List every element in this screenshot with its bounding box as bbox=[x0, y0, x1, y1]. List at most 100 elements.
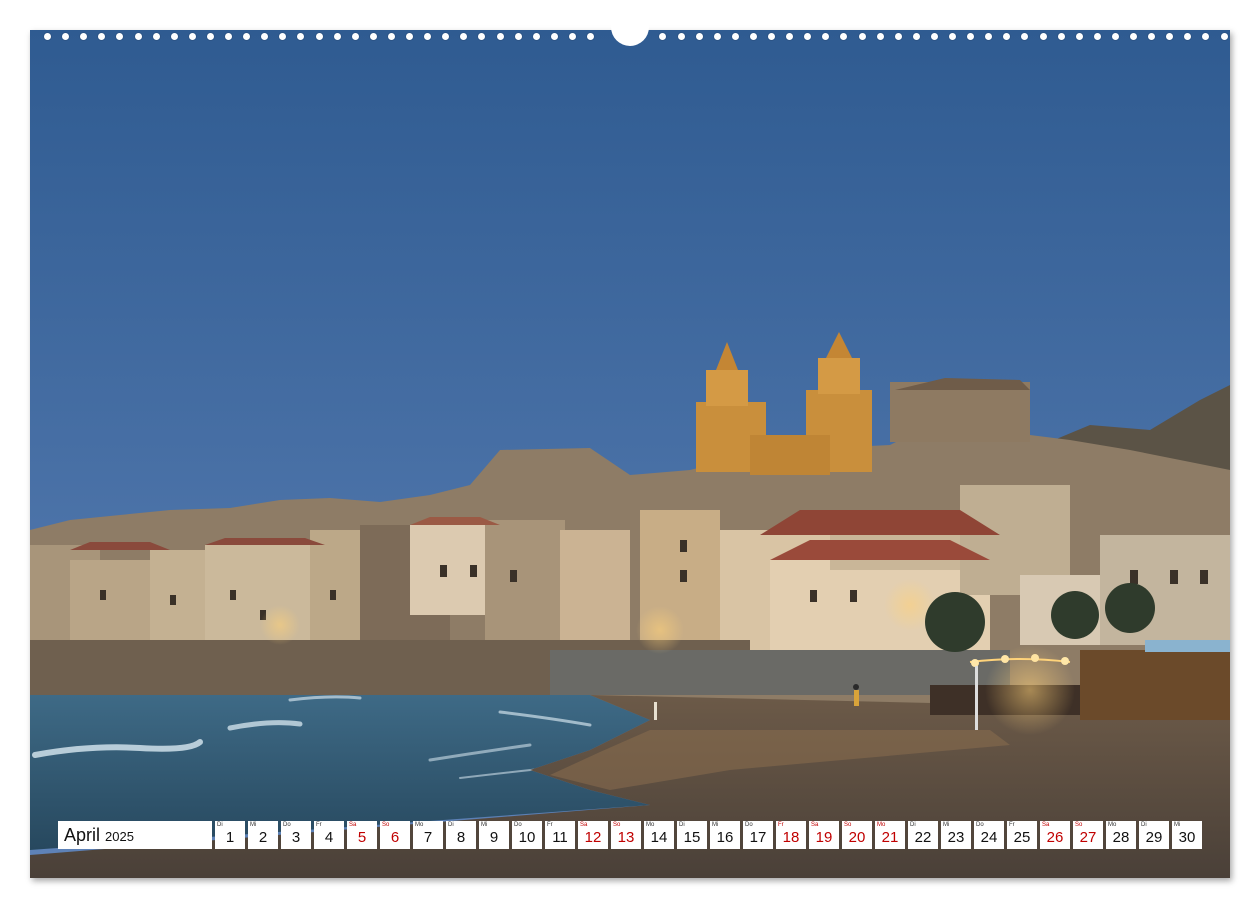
weekday-label: Di bbox=[679, 822, 685, 828]
day-number: 9 bbox=[489, 829, 499, 846]
binding-hole bbox=[822, 33, 830, 40]
day-number: 7 bbox=[423, 829, 433, 846]
binding-hole bbox=[369, 33, 377, 40]
weekday-label: So bbox=[382, 822, 390, 828]
weekday-label: Do bbox=[514, 822, 522, 828]
weekday-label: Di bbox=[448, 822, 454, 828]
day-cell: Fr 11 bbox=[545, 821, 575, 849]
weekday-label: Fr bbox=[316, 822, 322, 828]
binding-hole bbox=[170, 33, 178, 40]
binding-hole bbox=[1130, 33, 1137, 40]
binding-hole bbox=[1039, 33, 1047, 40]
weekday-label: Fr bbox=[778, 822, 784, 828]
day-number: 4 bbox=[324, 829, 334, 846]
binding-hole bbox=[406, 33, 413, 40]
day-cell: Di 29 bbox=[1139, 821, 1169, 849]
binding-hole bbox=[424, 33, 432, 40]
binding-hole bbox=[80, 33, 88, 40]
day-number: 3 bbox=[291, 829, 301, 846]
day-cell: Fr 18 bbox=[776, 821, 806, 849]
weekday-label: Sa bbox=[811, 822, 819, 828]
day-cell: Di 22 bbox=[908, 821, 938, 849]
binding-hole bbox=[894, 33, 902, 40]
binding-hole bbox=[279, 33, 287, 40]
day-number: 1 bbox=[225, 829, 235, 846]
binding-hole bbox=[116, 33, 124, 40]
day-number: 13 bbox=[617, 829, 635, 846]
day-cell: Sa 5 bbox=[347, 821, 377, 849]
day-number: 17 bbox=[749, 829, 767, 846]
day-number: 8 bbox=[456, 829, 466, 846]
binding-hole bbox=[1111, 33, 1119, 40]
binding-hole bbox=[460, 33, 468, 40]
day-cell: Di 1 bbox=[215, 821, 245, 849]
day-cell: Di 15 bbox=[677, 821, 707, 849]
binding-hole bbox=[62, 33, 70, 40]
day-number: 20 bbox=[848, 829, 866, 846]
day-number: 23 bbox=[947, 829, 965, 846]
binding-hole bbox=[713, 33, 721, 40]
binding-hole bbox=[1184, 33, 1192, 40]
weekday-label: Fr bbox=[1009, 822, 1015, 828]
binding-hole bbox=[134, 33, 142, 40]
day-cell: Sa 12 bbox=[578, 821, 608, 849]
day-number: 25 bbox=[1013, 829, 1031, 846]
binding-hole bbox=[315, 33, 323, 40]
day-cell: Do 10 bbox=[512, 821, 542, 849]
weekday-label: Do bbox=[976, 822, 984, 828]
day-number: 19 bbox=[815, 829, 833, 846]
weekday-label: So bbox=[844, 822, 852, 828]
day-cell: Mi 2 bbox=[248, 821, 278, 849]
binding-hole bbox=[1148, 33, 1156, 40]
binding-hole bbox=[261, 33, 269, 40]
weekday-label: Mi bbox=[712, 822, 719, 828]
binding-hole bbox=[1093, 33, 1101, 40]
weekday-label: Mo bbox=[415, 822, 424, 828]
day-cell: So 6 bbox=[380, 821, 410, 849]
binding-hole bbox=[949, 33, 956, 40]
weekday-label: Sa bbox=[1042, 822, 1050, 828]
calendar-photo bbox=[30, 30, 1230, 878]
day-number: 10 bbox=[518, 829, 536, 846]
day-cell: Sa 19 bbox=[809, 821, 839, 849]
binding-hole bbox=[568, 33, 576, 40]
binding-hole bbox=[695, 33, 703, 40]
binding-hole bbox=[768, 33, 775, 40]
weekday-label: Mi bbox=[1174, 822, 1181, 828]
binding-hole bbox=[188, 33, 196, 40]
weekday-label: Fr bbox=[547, 822, 553, 828]
binding-hole bbox=[677, 33, 685, 40]
day-cell: Mo 21 bbox=[875, 821, 905, 849]
day-number: 28 bbox=[1112, 829, 1130, 846]
weekday-label: Do bbox=[745, 822, 753, 828]
day-cell: Mi 16 bbox=[710, 821, 740, 849]
day-number: 29 bbox=[1145, 829, 1163, 846]
binding-hole bbox=[243, 33, 251, 40]
binding-hole bbox=[152, 33, 160, 40]
day-cell: So 13 bbox=[611, 821, 641, 849]
month-name: April bbox=[64, 824, 101, 845]
binding-hole bbox=[442, 33, 450, 40]
calendar-strip: April 2025 Di 1 Mi 2 Do 3 Fr 4 Sa 5 So 6 Mo 7 Di 8 Mi 9 Do… bbox=[58, 821, 1202, 849]
binding-hole bbox=[804, 33, 812, 40]
weekday-label: Di bbox=[217, 822, 223, 828]
day-cell: Di 8 bbox=[446, 821, 476, 849]
binding-hole bbox=[351, 33, 359, 40]
binding-hole bbox=[876, 33, 884, 40]
binding-hole bbox=[496, 33, 504, 40]
day-cell: Fr 4 bbox=[314, 821, 344, 849]
weekday-label: Mi bbox=[943, 822, 950, 828]
binding-hole bbox=[1075, 33, 1083, 40]
binding-hole bbox=[478, 33, 486, 40]
day-number: 24 bbox=[980, 829, 998, 846]
weekday-label: Mo bbox=[646, 822, 655, 828]
day-cell: Mo 14 bbox=[644, 821, 674, 849]
day-number: 30 bbox=[1178, 829, 1196, 846]
weekday-label: Di bbox=[910, 822, 916, 828]
cefalu-town-photo bbox=[30, 30, 1230, 878]
binding-hole bbox=[1202, 33, 1210, 40]
binding-hole bbox=[985, 33, 993, 40]
binding-hole bbox=[786, 33, 794, 40]
binding-hole bbox=[858, 33, 866, 40]
month-label-box: April 2025 bbox=[58, 821, 212, 849]
